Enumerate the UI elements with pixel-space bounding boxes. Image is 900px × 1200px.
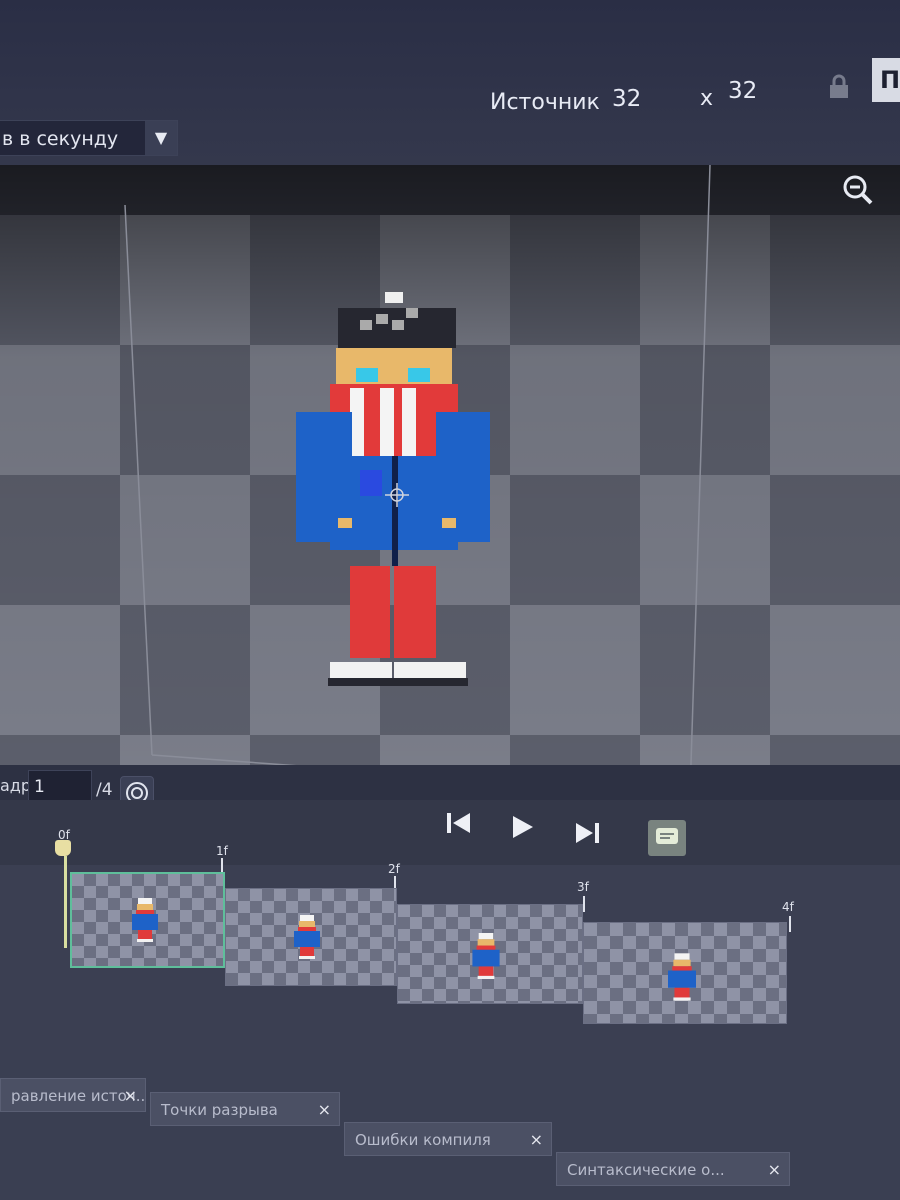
source-height-value[interactable]: 32: [728, 78, 757, 104]
ruler-tick: [789, 916, 791, 932]
fps-value: в в секунду: [2, 128, 119, 150]
tab-label: Синтаксические о...: [567, 1161, 725, 1179]
tab-syntax-errors[interactable]: Синтаксические о... ×: [556, 1152, 790, 1186]
pivot-crosshair-icon[interactable]: [385, 483, 409, 507]
zoom-out-icon[interactable]: [838, 170, 878, 210]
source-width-value[interactable]: 32: [612, 86, 641, 112]
close-icon[interactable]: ×: [530, 1123, 543, 1155]
sprite-viewport[interactable]: [0, 165, 900, 805]
source-label: Источник: [490, 90, 600, 115]
lock-icon[interactable]: [826, 74, 852, 100]
fps-select[interactable]: в в секунду ▼: [0, 120, 178, 156]
corner-button[interactable]: П: [872, 58, 900, 102]
playhead-line[interactable]: [64, 856, 67, 948]
frame-thumbnail[interactable]: [397, 904, 583, 1004]
ruler-label-1: 1f: [216, 844, 228, 858]
subtitle-button[interactable]: [648, 820, 686, 856]
play-icon[interactable]: [505, 810, 539, 844]
ruler-label-2: 2f: [388, 862, 400, 876]
source-x-separator: x: [700, 86, 714, 111]
frame-sprite: [668, 953, 696, 1001]
skip-back-icon[interactable]: [442, 806, 476, 840]
tab-breakpoints[interactable]: Точки разрыва ×: [150, 1092, 340, 1126]
tab-source-control[interactable]: равление источ... ×: [0, 1078, 146, 1112]
current-frame-input[interactable]: 1: [28, 770, 92, 804]
total-frames: /4: [96, 780, 113, 800]
ruler-label-3: 3f: [577, 880, 589, 894]
ruler-tick: [583, 896, 585, 912]
frame-sprite: [294, 915, 320, 959]
subtitle-icon: [656, 828, 678, 844]
tab-label: Ошибки компиля: [355, 1131, 491, 1149]
frame-sprite: [132, 898, 158, 942]
close-icon[interactable]: ×: [124, 1079, 137, 1111]
frame-thumbnail[interactable]: [583, 922, 787, 1024]
frame-thumbnail[interactable]: [70, 872, 225, 968]
close-icon[interactable]: ×: [318, 1093, 331, 1125]
frame-thumbnail[interactable]: [225, 888, 397, 986]
tab-compile-errors[interactable]: Ошибки компиля ×: [344, 1122, 552, 1156]
skip-forward-icon[interactable]: [570, 816, 604, 850]
close-icon[interactable]: ×: [768, 1153, 781, 1185]
tab-label: Точки разрыва: [161, 1101, 278, 1119]
chevron-down-icon[interactable]: ▼: [145, 121, 177, 155]
ruler-label-4: 4f: [782, 900, 794, 914]
frame-sprite: [472, 933, 500, 979]
playhead-handle[interactable]: [55, 840, 71, 856]
